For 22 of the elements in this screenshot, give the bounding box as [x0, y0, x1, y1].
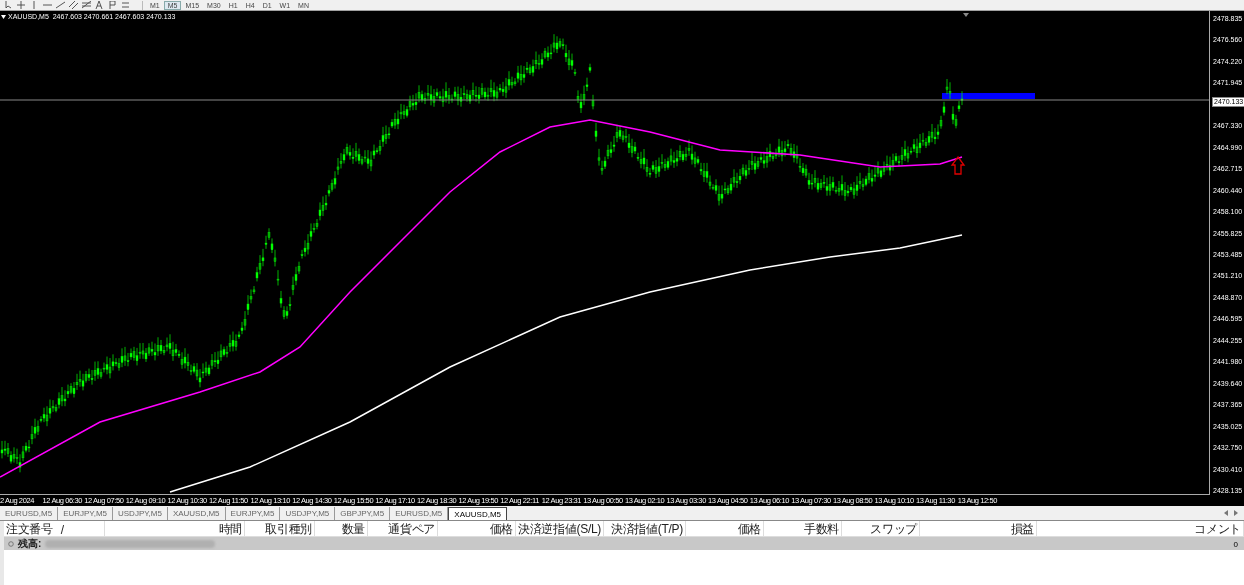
- profit-value: 0: [1232, 539, 1239, 549]
- chart-tab[interactable]: USDJPY,M5: [280, 507, 336, 520]
- column-title: コメント: [1194, 521, 1241, 538]
- chart-tab[interactable]: XAUUSD,M5: [167, 507, 226, 520]
- column-title: 時間: [218, 521, 242, 538]
- column-title: 手数料: [803, 521, 839, 538]
- chart-tab[interactable]: USDJPY,M5: [113, 507, 168, 520]
- balance-label: 残高:: [18, 537, 42, 551]
- column-title: 取引種別: [265, 521, 312, 538]
- chart-tab[interactable]: EURJPY,M5: [225, 507, 281, 520]
- chart-tab[interactable]: XAUUSD,M5: [448, 507, 507, 520]
- chart-tab[interactable]: GBPJPY,M5: [335, 507, 391, 520]
- column-title: 数量: [341, 521, 365, 538]
- column-title: 損益: [1010, 521, 1034, 538]
- column-title: 注文番号: [6, 521, 53, 538]
- column-title: 価格: [489, 521, 513, 538]
- chart-tab[interactable]: EURJPY,M5: [58, 507, 113, 520]
- chart-tab[interactable]: EURUSD,M5: [0, 507, 59, 520]
- sort-mark: /: [60, 522, 64, 537]
- column-title: 価格: [737, 521, 761, 538]
- column-title: スワップ: [870, 521, 917, 538]
- column-title: 通貨ペア: [388, 521, 435, 538]
